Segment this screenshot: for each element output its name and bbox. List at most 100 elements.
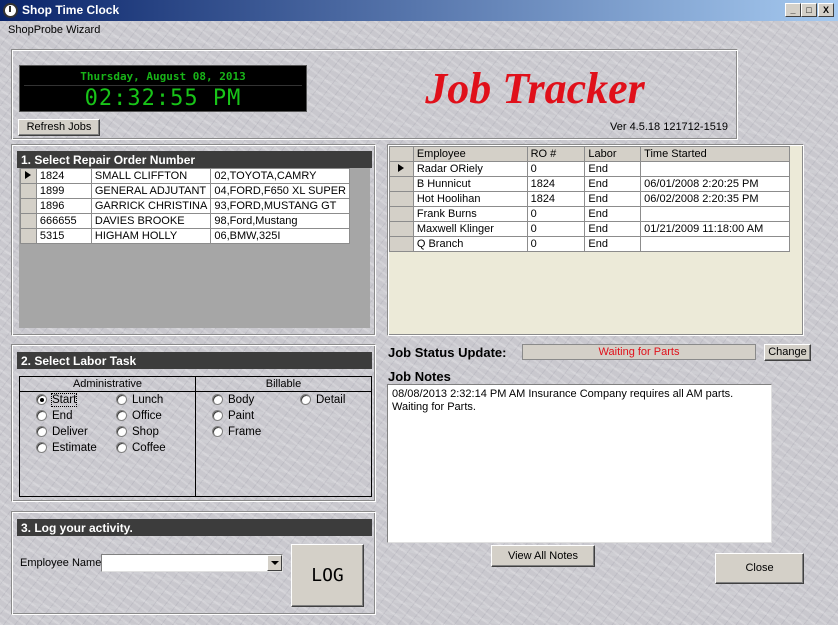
row-selector[interactable] (389, 191, 414, 207)
ro-number-cell[interactable]: 666655 (35, 213, 92, 229)
time-started-cell[interactable] (640, 236, 790, 252)
col-employee[interactable]: Employee (412, 146, 528, 162)
tracker-row[interactable]: Hot Hoolihan 1824 End 06/02/2008 2:20:35 PM (389, 191, 790, 207)
row-selector[interactable] (20, 183, 37, 199)
chevron-down-icon[interactable] (267, 555, 282, 571)
ro-number-cell[interactable]: 1824 (526, 191, 586, 207)
radio-button[interactable] (212, 426, 223, 437)
radio-button[interactable] (116, 426, 127, 437)
refresh-jobs-button[interactable]: Refresh Jobs (18, 119, 100, 136)
repair-order-row[interactable]: 1824 SMALL CLIFFTON 02,TOYOTA,CAMRY (20, 168, 350, 184)
radio-button[interactable] (300, 394, 311, 405)
vehicle-cell[interactable]: 06,BMW,325I (210, 228, 350, 244)
job-notes-textarea[interactable]: 08/08/2013 2:32:14 PM AM Insurance Compa… (387, 384, 772, 543)
repair-order-row[interactable]: 1899 GENERAL ADJUTANT 04,FORD,F650 XL SUPE… (20, 183, 350, 199)
labor-cell[interactable]: End (584, 161, 642, 177)
labor-option-start[interactable]: Start (36, 393, 78, 408)
ro-number-cell[interactable]: 0 (526, 236, 586, 252)
labor-option-estimate[interactable]: Estimate (36, 442, 97, 456)
vehicle-cell[interactable]: 93,FORD,MUSTANG GT (210, 198, 350, 214)
customer-name-cell[interactable]: DAVIES BROOKE (90, 213, 212, 229)
customer-name-cell[interactable]: HIGHAM HOLLY (90, 228, 212, 244)
labor-option-frame[interactable]: Frame (212, 426, 261, 440)
employee-cell[interactable]: Maxwell Klinger (412, 221, 528, 237)
time-started-cell[interactable] (640, 206, 790, 222)
labor-option-deliver[interactable]: Deliver (36, 426, 88, 440)
radio-button[interactable] (116, 442, 127, 453)
row-selector[interactable] (20, 198, 37, 214)
ro-number-cell[interactable]: 0 (526, 206, 586, 222)
customer-name-cell[interactable]: GARRICK CHRISTINA (90, 198, 212, 214)
employee-cell[interactable]: Q Branch (412, 236, 528, 252)
change-status-button[interactable]: Change (764, 344, 811, 361)
tracker-row[interactable]: Radar ORiely 0 End (389, 161, 790, 177)
close-button[interactable]: Close (715, 553, 804, 584)
tracker-row[interactable]: Maxwell Klinger 0 End 01/21/2009 11:18:00 A… (389, 221, 790, 237)
radio-button[interactable] (212, 410, 223, 421)
repair-order-row[interactable]: 5315 HIGHAM HOLLY 06,BMW,325I (20, 228, 350, 244)
time-started-cell[interactable]: 06/02/2008 2:20:35 PM (640, 191, 790, 207)
radio-button[interactable] (116, 410, 127, 421)
tracker-row[interactable]: B Hunnicut 1824 End 06/01/2008 2:20:25 PM (389, 176, 790, 192)
radio-button[interactable] (212, 394, 223, 405)
labor-option-shop[interactable]: Shop (116, 426, 159, 440)
labor-option-office[interactable]: Office (116, 410, 162, 424)
labor-option-lunch[interactable]: Lunch (116, 394, 163, 408)
time-started-cell[interactable]: 01/21/2009 11:18:00 AM (640, 221, 790, 237)
row-selector[interactable] (389, 161, 414, 177)
title-bar[interactable]: Shop Time Clock _ □ X (0, 0, 838, 21)
tracker-row[interactable]: Q Branch 0 End (389, 236, 790, 252)
radio-button[interactable] (36, 426, 47, 437)
ro-number-cell[interactable]: 0 (526, 161, 586, 177)
labor-cell[interactable]: End (584, 176, 642, 192)
ro-number-cell[interactable]: 5315 (35, 228, 92, 244)
row-selector[interactable] (389, 221, 414, 237)
vehicle-cell[interactable]: 98,Ford,Mustang (210, 213, 350, 229)
labor-cell[interactable]: End (584, 206, 642, 222)
log-button[interactable]: LOG (291, 544, 364, 607)
vehicle-cell[interactable]: 04,FORD,F650 XL SUPER (210, 183, 350, 199)
labor-cell[interactable]: End (584, 221, 642, 237)
col-ro[interactable]: RO # (526, 146, 586, 162)
labor-option-detail[interactable]: Detail (300, 394, 345, 408)
ro-number-cell[interactable]: 1899 (35, 183, 92, 199)
time-started-cell[interactable]: 06/01/2008 2:20:25 PM (640, 176, 790, 192)
row-selector[interactable] (389, 206, 414, 222)
radio-button[interactable] (116, 394, 127, 405)
menu-item-shopprobe-wizard[interactable]: ShopProbe Wizard (8, 24, 100, 36)
col-labor[interactable]: Labor (584, 146, 642, 162)
employee-cell[interactable]: B Hunnicut (412, 176, 528, 192)
employee-name-combo[interactable] (101, 554, 283, 572)
row-selector[interactable] (20, 228, 37, 244)
maximize-button[interactable]: □ (801, 3, 817, 17)
time-started-cell[interactable] (640, 161, 790, 177)
ro-number-cell[interactable]: 1896 (35, 198, 92, 214)
ro-number-cell[interactable]: 1824 (35, 168, 92, 184)
repair-order-row[interactable]: 666655 DAVIES BROOKE 98,Ford,Mustang (20, 213, 350, 229)
row-selector[interactable] (20, 213, 37, 229)
row-selector[interactable] (389, 236, 414, 252)
employee-cell[interactable]: Frank Burns (412, 206, 528, 222)
col-time-started[interactable]: Time Started (640, 146, 790, 162)
repair-order-row[interactable]: 1896 GARRICK CHRISTINA 93,FORD,MUSTANG GT (20, 198, 350, 214)
ro-number-cell[interactable]: 0 (526, 221, 586, 237)
row-selector[interactable] (20, 168, 37, 184)
view-all-notes-button[interactable]: View All Notes (491, 545, 595, 567)
employee-cell[interactable]: Radar ORiely (412, 161, 528, 177)
employee-cell[interactable]: Hot Hoolihan (412, 191, 528, 207)
radio-button[interactable] (36, 442, 47, 453)
customer-name-cell[interactable]: SMALL CLIFFTON (90, 168, 212, 184)
radio-button[interactable] (36, 410, 47, 421)
labor-cell[interactable]: End (584, 191, 642, 207)
close-window-button[interactable]: X (818, 3, 834, 17)
labor-option-end[interactable]: End (36, 410, 72, 424)
labor-option-coffee[interactable]: Coffee (116, 442, 166, 456)
customer-name-cell[interactable]: GENERAL ADJUTANT (90, 183, 212, 199)
tracker-row[interactable]: Frank Burns 0 End (389, 206, 790, 222)
radio-button[interactable] (36, 394, 47, 405)
vehicle-cell[interactable]: 02,TOYOTA,CAMRY (210, 168, 350, 184)
minimize-button[interactable]: _ (785, 3, 801, 17)
labor-option-paint[interactable]: Paint (212, 410, 254, 424)
row-selector[interactable] (389, 176, 414, 192)
labor-option-body[interactable]: Body (212, 394, 254, 408)
